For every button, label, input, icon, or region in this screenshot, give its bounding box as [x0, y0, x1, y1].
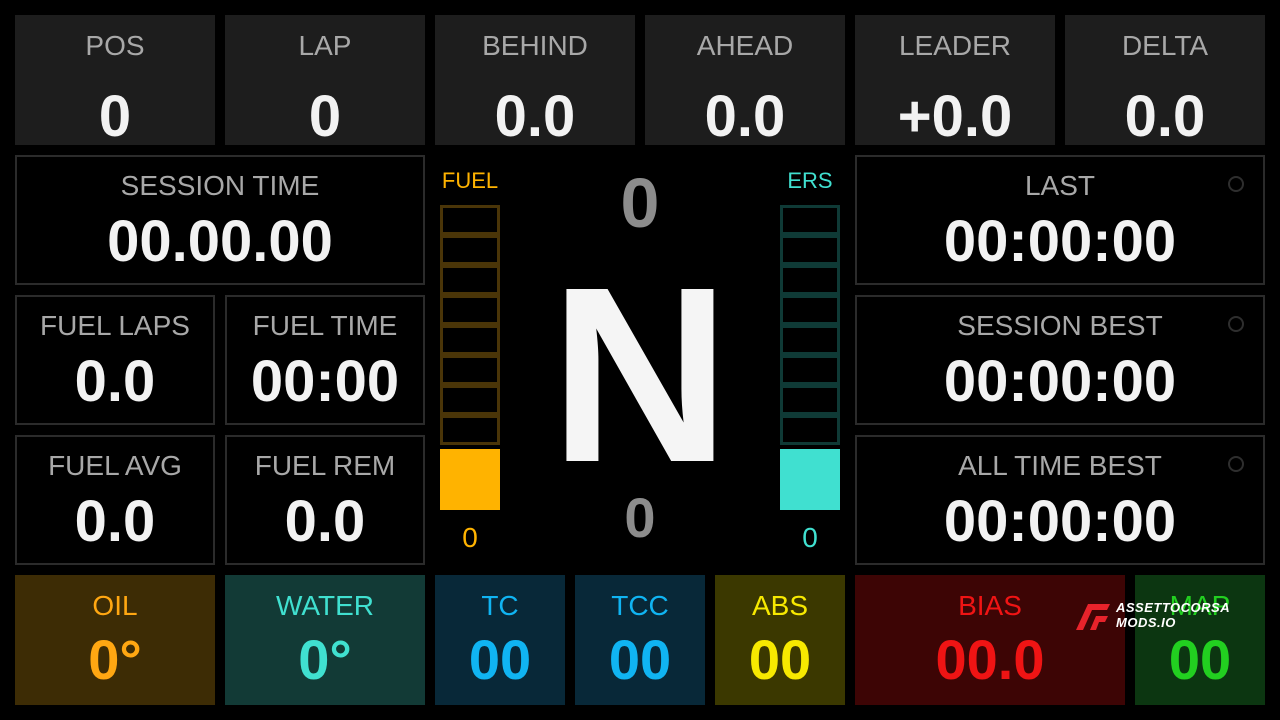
lap-label: LAP	[298, 30, 352, 61]
tcc-tile: TCC 00	[575, 575, 705, 705]
ers-bar-segment	[780, 385, 840, 415]
last-lap-panel: LAST 00:00:00	[855, 155, 1265, 285]
map-tile: MAP 00	[1135, 575, 1265, 705]
map-value: 00	[1168, 628, 1232, 691]
tcc-label: TCC	[611, 590, 669, 621]
all-time-best-panel: ALL TIME BEST 00:00:00	[855, 435, 1265, 565]
ers-bar-segment	[780, 265, 840, 295]
fuel-time-panel: FUEL TIME 00:00	[225, 295, 425, 425]
oil-value: 0°	[88, 628, 142, 691]
fuel-time-value: 00:00	[250, 349, 400, 414]
last-lap-value: 00:00:00	[943, 209, 1177, 274]
fuel-rem-label: FUEL REM	[254, 450, 396, 481]
last-lap-indicator-icon	[1228, 176, 1244, 192]
oil-tile: OIL 0°	[15, 575, 215, 705]
ers-bar-value: 0	[802, 522, 818, 553]
fuel-rem-panel: FUEL REM 0.0	[225, 435, 425, 565]
fuel-bar-segment	[440, 205, 500, 235]
session-best-panel: SESSION BEST 00:00:00	[855, 295, 1265, 425]
fuel-bar-segment	[440, 385, 500, 415]
session-time-label: SESSION TIME	[120, 170, 320, 201]
fuel-level-bar	[440, 205, 500, 510]
water-tile: WATER 0°	[225, 575, 425, 705]
fuel-bar-label: FUEL	[441, 168, 499, 193]
fuel-bar-value: 0	[462, 522, 478, 553]
pos-label: POS	[85, 30, 145, 61]
ahead-value: 0.0	[704, 84, 786, 146]
ers-bar-segment	[780, 295, 840, 325]
abs-label: ABS	[751, 590, 809, 621]
tcc-value: 00	[608, 628, 672, 691]
fuel-rem-value: 0.0	[284, 489, 366, 554]
fuel-bar-segment	[440, 355, 500, 385]
watermark-line2: MODS.IO	[1116, 615, 1176, 630]
ers-bar-segment	[780, 235, 840, 265]
all-time-best-indicator-icon	[1228, 456, 1244, 472]
all-time-best-label: ALL TIME BEST	[958, 450, 1162, 481]
ers-bar-fill	[780, 449, 840, 510]
fuel-bar-segment	[440, 295, 500, 325]
fuel-laps-label: FUEL LAPS	[40, 310, 190, 341]
fuel-laps-value: 0.0	[74, 349, 156, 414]
all-time-best-value: 00:00:00	[943, 489, 1177, 554]
delta-label: DELTA	[1121, 30, 1209, 61]
ers-bar-segment	[780, 415, 840, 445]
leader-label: LEADER	[898, 30, 1012, 61]
bias-value: 00.0	[935, 628, 1045, 691]
behind-value: 0.0	[494, 84, 576, 146]
rpm-value: 0	[624, 486, 656, 549]
fuel-time-label: FUEL TIME	[252, 310, 398, 341]
session-time-value: 00.00.00	[107, 209, 333, 274]
session-best-value: 00:00:00	[943, 349, 1177, 414]
behind-tile: BEHIND 0.0	[435, 15, 635, 145]
tc-label: TC	[481, 590, 519, 621]
logo-icon	[1076, 604, 1110, 630]
speed-value: 0	[620, 164, 660, 242]
leader-value: +0.0	[897, 84, 1013, 146]
fuel-laps-panel: FUEL LAPS 0.0	[15, 295, 215, 425]
session-time-panel: SESSION TIME 00.00.00	[15, 155, 425, 285]
last-lap-label: LAST	[1024, 170, 1096, 201]
delta-value: 0.0	[1124, 84, 1206, 146]
fuel-avg-value: 0.0	[74, 489, 156, 554]
lap-tile: LAP 0	[225, 15, 425, 145]
fuel-bar-segment	[440, 325, 500, 355]
tc-tile: TC 00	[435, 575, 565, 705]
lap-value: 0	[308, 84, 342, 146]
watermark-logo: ASSETTOCORSA MODS.IO	[1074, 596, 1244, 636]
oil-label: OIL	[92, 590, 138, 621]
fuel-avg-label: FUEL AVG	[48, 450, 182, 481]
fuel-bar-segment	[440, 415, 500, 445]
water-value: 0°	[298, 628, 352, 691]
tc-value: 00	[468, 628, 532, 691]
fuel-bar-segment	[440, 265, 500, 295]
bias-tile: BIAS 00.0	[855, 575, 1125, 705]
pos-value: 0	[98, 84, 132, 146]
session-best-indicator-icon	[1228, 316, 1244, 332]
abs-tile: ABS 00	[715, 575, 845, 705]
delta-tile: DELTA 0.0	[1065, 15, 1265, 145]
ers-bar-segment	[780, 355, 840, 385]
ahead-label: AHEAD	[696, 30, 794, 61]
ers-bar-segment	[780, 205, 840, 235]
gear-indicator: N	[549, 235, 731, 514]
ahead-tile: AHEAD 0.0	[645, 15, 845, 145]
fuel-bar-segment	[440, 235, 500, 265]
pos-tile: POS 0	[15, 15, 215, 145]
ers-bar-label: ERS	[787, 168, 833, 193]
ers-bar-segment	[780, 325, 840, 355]
leader-tile: LEADER +0.0	[855, 15, 1055, 145]
abs-value: 00	[748, 628, 812, 691]
fuel-avg-panel: FUEL AVG 0.0	[15, 435, 215, 565]
session-best-label: SESSION BEST	[957, 310, 1163, 341]
water-label: WATER	[276, 590, 374, 621]
ers-level-bar	[780, 205, 840, 510]
behind-label: BEHIND	[482, 30, 588, 61]
watermark-line1: ASSETTOCORSA	[1116, 600, 1231, 615]
fuel-bar-fill	[440, 449, 500, 510]
